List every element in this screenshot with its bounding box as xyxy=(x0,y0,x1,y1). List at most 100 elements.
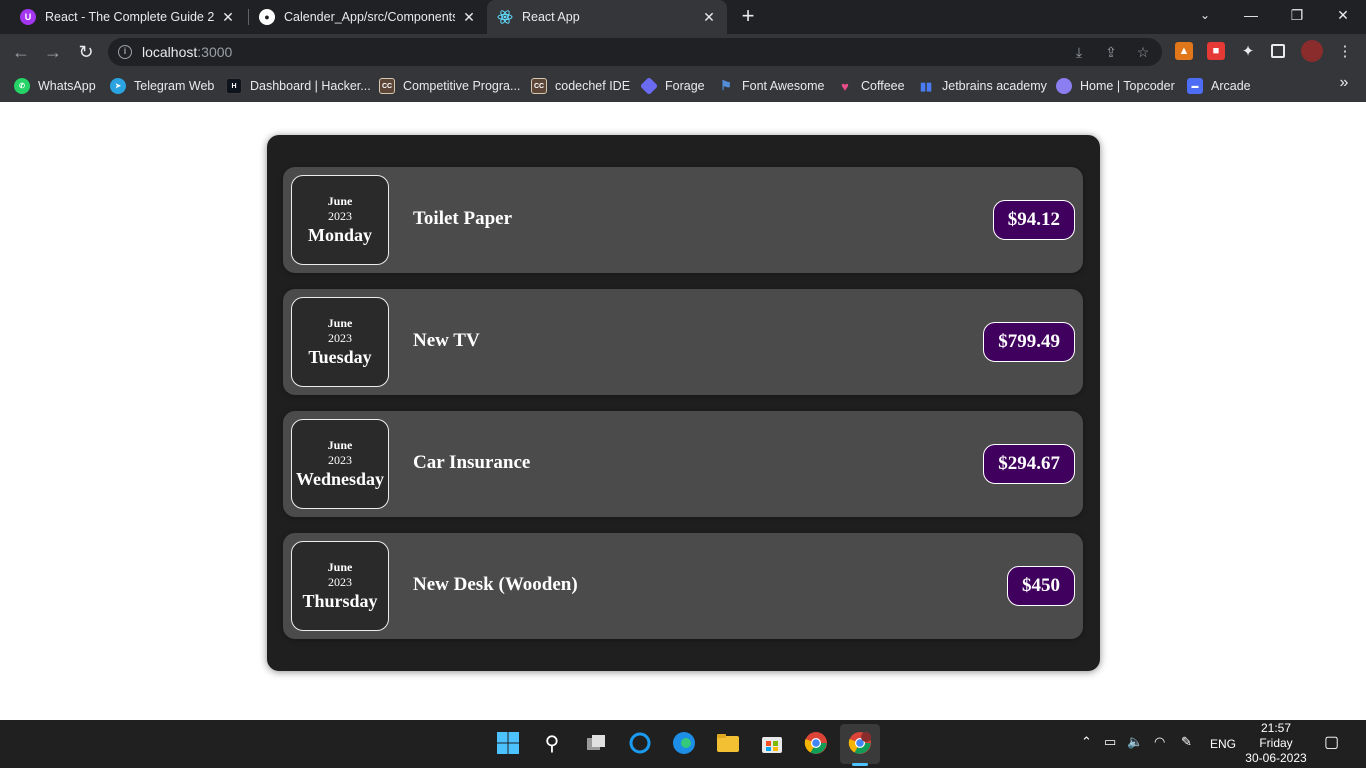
bookmarks-bar: ✆ WhatsApp ➤ Telegram Web H Dashboard | … xyxy=(0,70,1366,102)
avatar[interactable] xyxy=(1301,40,1323,62)
expense-date-month: June xyxy=(327,194,353,208)
restore-button[interactable]: ❐ xyxy=(1274,0,1320,30)
chrome-icon[interactable] xyxy=(803,730,829,756)
minimize-button[interactable]: — xyxy=(1228,0,1274,30)
edge-icon[interactable] xyxy=(671,730,697,756)
jetbrains-icon: ▮▮ xyxy=(919,80,933,93)
tab-udemy[interactable]: U React - The Complete Guide 2023 ✕ xyxy=(10,0,246,34)
expense-date-year: 2023 xyxy=(328,575,352,589)
store-icon[interactable] xyxy=(759,730,785,756)
expense-date: June 2023 Monday xyxy=(291,175,389,265)
bookmark-codechef-ide[interactable]: CC codechef IDE xyxy=(531,76,630,96)
volume-icon[interactable]: 🔈 xyxy=(1127,734,1143,750)
telegram-icon: ➤ xyxy=(110,78,126,94)
expense-date: June 2023 Tuesday xyxy=(291,297,389,387)
install-app-icon[interactable]: ⤓ xyxy=(1070,43,1088,61)
url-text[interactable]: localhost:3000 xyxy=(142,44,232,60)
tab-react-app[interactable]: React App ✕ xyxy=(487,0,727,34)
bookmark-hackerrank[interactable]: H Dashboard | Hacker... xyxy=(226,76,371,96)
bookmark-label: Telegram Web xyxy=(134,79,215,93)
back-icon[interactable]: ← xyxy=(10,41,32,63)
bookmark-jetbrains[interactable]: ▮▮ Jetbrains academy xyxy=(918,76,1047,96)
expense-date: June 2023 Wednesday xyxy=(291,419,389,509)
close-icon[interactable]: ✕ xyxy=(220,9,236,26)
expenses-card: June 2023 Monday Toilet Paper $94.12 Jun… xyxy=(267,135,1100,671)
active-app-indicator xyxy=(852,763,868,766)
chrome-profile-icon[interactable] xyxy=(847,730,873,756)
bookmark-competitive[interactable]: CC Competitive Progra... xyxy=(379,76,520,96)
bookmark-label: Coffeee xyxy=(861,79,905,93)
close-icon[interactable]: ✕ xyxy=(701,9,717,26)
bookmark-label: Home | Topcoder xyxy=(1080,79,1175,93)
extension-icon[interactable]: ■ xyxy=(1207,42,1225,60)
tab-title: Calender_App/src/Components at main xyxy=(284,10,455,24)
reload-icon[interactable]: ↻ xyxy=(75,41,97,63)
bookmark-label: Font Awesome xyxy=(742,79,825,93)
site-info-icon[interactable]: i xyxy=(118,45,132,59)
clock-date: 30-06-2023 xyxy=(1245,751,1307,765)
expense-amount: $94.12 xyxy=(992,200,1075,240)
bookmark-arcade[interactable]: ▬ Arcade xyxy=(1187,76,1251,96)
wifi-icon[interactable]: ◠ xyxy=(1154,734,1165,750)
expense-title: New Desk (Wooden) xyxy=(413,574,578,595)
bookmark-telegram[interactable]: ➤ Telegram Web xyxy=(110,76,214,96)
expense-date-year: 2023 xyxy=(328,453,352,467)
expense-date-month: June xyxy=(327,316,353,330)
expense-date-day: Wednesday xyxy=(295,469,385,489)
expense-date-day: Tuesday xyxy=(308,347,372,367)
windows-taskbar: ⚲ ⌃ ▭ 🔈 ◠ ✎ ENG 21:57 Friday 30-06-2023 … xyxy=(0,720,1366,768)
share-icon[interactable]: ⇪ xyxy=(1102,43,1120,61)
bookmark-forage[interactable]: Forage xyxy=(639,76,705,96)
react-icon xyxy=(497,9,513,25)
clock[interactable]: 21:57 Friday 30-06-2023 xyxy=(1240,721,1312,766)
expense-date-month: June xyxy=(327,438,353,452)
side-panel-icon[interactable] xyxy=(1271,44,1285,58)
browser-tab-strip: U React - The Complete Guide 2023 ✕ ● Ca… xyxy=(0,0,1366,34)
tab-github[interactable]: ● Calender_App/src/Components at main ✕ xyxy=(249,0,487,34)
file-explorer-icon[interactable] xyxy=(715,730,741,756)
expense-title: Car Insurance xyxy=(413,452,531,473)
expense-amount: $799.49 xyxy=(983,322,1075,362)
notification-icon[interactable]: ▢ xyxy=(1324,732,1339,752)
codechef-icon: CC xyxy=(379,78,395,94)
bookmark-label: Jetbrains academy xyxy=(942,79,1047,93)
bookmark-label: Dashboard | Hacker... xyxy=(250,79,371,93)
extensions-puzzle-icon[interactable]: ✦ xyxy=(1239,42,1257,60)
chevron-up-icon[interactable]: ⌃ xyxy=(1081,734,1092,750)
bookmark-star-icon[interactable]: ☆ xyxy=(1134,43,1152,61)
windows-start-icon[interactable] xyxy=(495,730,521,756)
expense-item: June 2023 Monday Toilet Paper $94.12 xyxy=(283,167,1083,273)
bookmark-label: Competitive Progra... xyxy=(403,79,521,93)
browser-toolbar: ← → ↻ i localhost:3000 ⤓ ⇪ ☆ ▲ ■ ✦ ⋮ xyxy=(0,34,1366,70)
bookmark-whatsapp[interactable]: ✆ WhatsApp xyxy=(14,76,96,96)
address-bar[interactable]: i localhost:3000 ⤓ ⇪ ☆ xyxy=(108,38,1162,66)
close-window-button[interactable]: ✕ xyxy=(1320,0,1366,30)
tab-search-icon[interactable]: ⌄ xyxy=(1182,0,1228,30)
tab-title: React - The Complete Guide 2023 xyxy=(45,10,214,24)
flag-icon: ⚑ xyxy=(720,78,732,93)
bookmarks-overflow-button[interactable]: » xyxy=(1334,74,1354,96)
expense-date-day: Thursday xyxy=(302,591,378,611)
arcade-icon: ▬ xyxy=(1187,78,1203,94)
expense-amount: $450 xyxy=(1007,566,1075,606)
language-indicator[interactable]: ENG xyxy=(1210,737,1236,751)
forward-icon[interactable]: → xyxy=(42,41,64,63)
menu-kebab-icon[interactable]: ⋮ xyxy=(1336,42,1354,60)
cortana-icon[interactable] xyxy=(627,730,653,756)
heart-icon: ♥ xyxy=(841,78,849,94)
task-view-icon[interactable] xyxy=(583,730,609,756)
bookmark-coffeee[interactable]: ♥ Coffeee xyxy=(837,76,905,96)
expense-title: New TV xyxy=(413,330,480,351)
new-tab-button[interactable]: + xyxy=(738,5,758,28)
search-icon[interactable]: ⚲ xyxy=(539,730,565,756)
bookmark-topcoder[interactable]: Home | Topcoder xyxy=(1056,76,1175,96)
metamask-icon[interactable]: ▲ xyxy=(1175,42,1193,60)
bookmark-font-awesome[interactable]: ⚑ Font Awesome xyxy=(718,76,824,96)
expense-item: June 2023 Tuesday New TV $799.49 xyxy=(283,289,1083,395)
expense-date-year: 2023 xyxy=(328,209,352,223)
battery-icon[interactable]: ▭ xyxy=(1104,734,1116,750)
expense-item: June 2023 Wednesday Car Insurance $294.6… xyxy=(283,411,1083,517)
expense-amount: $294.67 xyxy=(983,444,1075,484)
close-icon[interactable]: ✕ xyxy=(461,9,477,26)
pen-icon[interactable]: ✎ xyxy=(1181,734,1192,750)
